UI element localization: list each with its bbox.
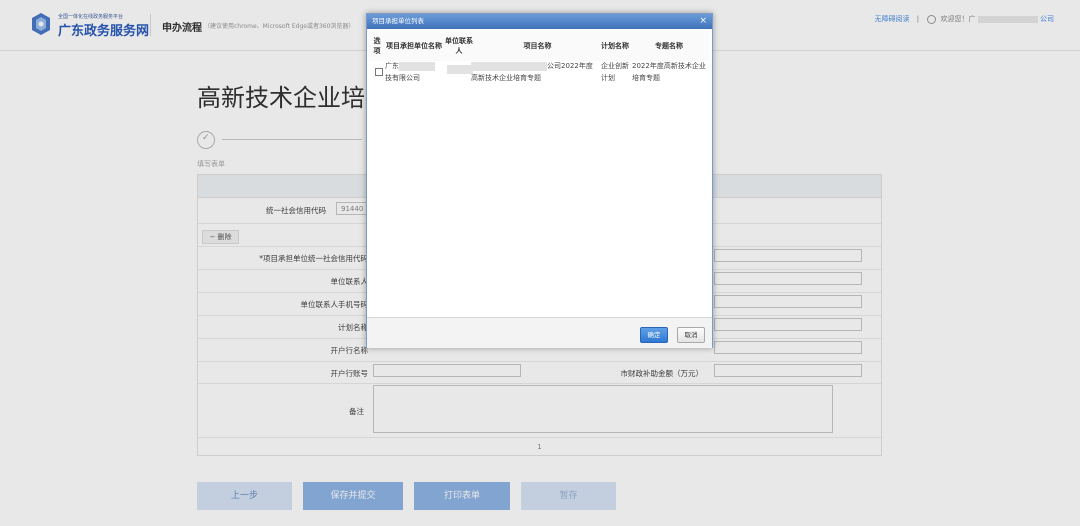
masked-project-name bbox=[471, 61, 547, 71]
project-name-line2: 高新技术企业培育专题 bbox=[471, 74, 541, 82]
row-checkbox[interactable] bbox=[375, 68, 383, 76]
dialog-title-text: 项目承担单位列表 bbox=[372, 17, 424, 25]
project-name-suffix: 公司2022年度 bbox=[547, 62, 593, 70]
col-select: 选项 bbox=[373, 37, 381, 55]
plan-name-cell: 企业创新计划 bbox=[601, 62, 629, 82]
unit-name-prefix: 广东 bbox=[385, 62, 399, 70]
col-project-name: 项目名称 bbox=[523, 42, 552, 50]
grid-header: 选项 项目承担单位名称 单位联系人 项目名称 计划名称 专题名称 bbox=[368, 31, 709, 61]
masked-unit-name bbox=[399, 61, 435, 71]
ok-button[interactable]: 确定 bbox=[640, 327, 668, 343]
unit-name-cell: 广东 技有限公司 bbox=[385, 60, 443, 84]
col-contact: 单位联系人 bbox=[445, 37, 473, 55]
col-unit-name: 项目承担单位名称 bbox=[386, 42, 442, 50]
close-icon[interactable]: × bbox=[699, 14, 707, 29]
unit-name-suffix: 技有限公司 bbox=[385, 74, 420, 82]
project-name-cell: 公司2022年度 高新技术企业培育专题 bbox=[471, 60, 601, 84]
col-plan-name: 计划名称 bbox=[601, 42, 629, 50]
topic-name-cell: 2022年度高新技术企业培育专题 bbox=[632, 62, 706, 82]
masked-contact bbox=[447, 65, 473, 74]
dialog-footer: 确定 取消 bbox=[367, 317, 712, 348]
dialog-title: 项目承担单位列表 bbox=[367, 14, 712, 29]
cancel-button[interactable]: 取消 bbox=[677, 327, 705, 343]
col-topic-name: 专题名称 bbox=[655, 42, 683, 50]
unit-list-dialog: 项目承担单位列表 × 选项 项目承担单位名称 单位联系人 项目名称 计划名称 专… bbox=[366, 13, 713, 348]
